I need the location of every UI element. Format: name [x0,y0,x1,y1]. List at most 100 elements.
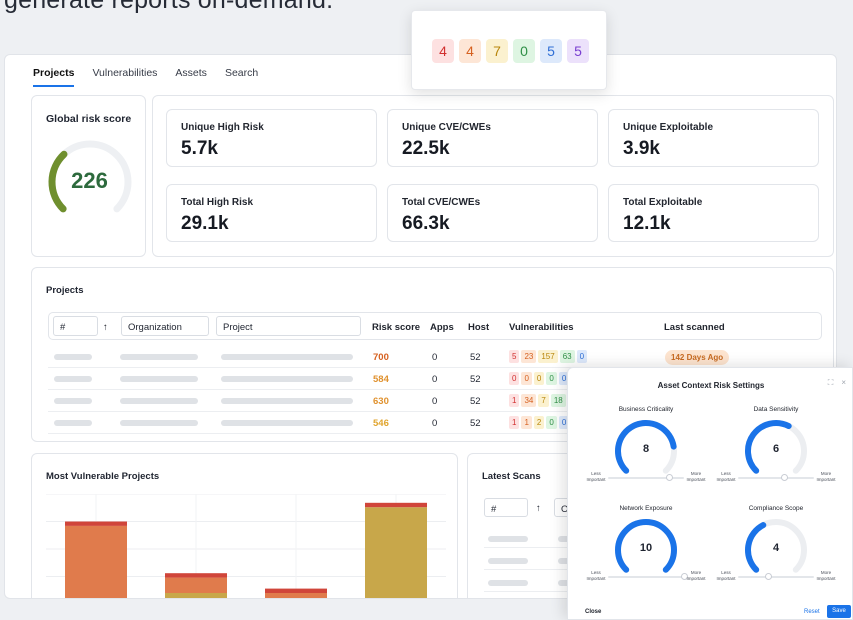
apps-cell: 0 [432,352,438,363]
stat-value: 3.9k [623,138,660,159]
stat-total-cve: Total CVE/CWEs 66.3k [387,184,598,242]
risk-score-cell: 700 [373,352,389,363]
most-vulnerable-title: Most Vulnerable Projects [46,471,160,482]
bar-segment [165,573,227,578]
dial-label: Compliance Scope [748,505,804,512]
bar-segment [365,507,427,598]
organization-header: Organization [128,322,182,333]
vulnerability-chip: 34 [521,394,537,407]
stat-label: Total Exploitable [623,197,703,208]
hash-filter-input[interactable]: # [53,316,98,336]
hero-text: generate reports on-demand. [4,0,334,14]
stat-label: Unique CVE/CWEs [402,122,491,133]
save-button[interactable]: Save [827,605,851,618]
dial-fill [745,420,792,474]
stat-value: 29.1k [181,213,229,234]
tab-assets[interactable]: Assets [175,67,207,87]
dial-label: Network Exposure [619,505,673,512]
expand-icon[interactable]: ⛶ [828,378,834,388]
more-important-label: More Important [816,471,836,482]
bar-segment [265,599,327,600]
scan-row [484,528,574,548]
stat-value: 22.5k [402,138,450,159]
vulnerability-chip: 0 [521,372,532,385]
organization-filter-input[interactable]: Organization [121,316,209,336]
reset-button[interactable]: Reset [804,609,820,615]
stat-label: Unique Exploitable [623,122,714,133]
risk-score-cell: 546 [373,418,389,429]
bar-segment [165,593,227,598]
apps-cell: 0 [432,418,438,429]
tab-vulnerabilities[interactable]: Vulnerabilities [92,67,157,87]
scans-hash-input[interactable]: # [484,498,528,517]
hash-header: # [60,322,66,333]
dial-label: Data Sensitivity [753,406,799,413]
bar-segment [65,525,127,598]
stat-unique-cve: Unique CVE/CWEs 22.5k [387,109,598,167]
skeleton-bar [488,580,528,586]
asset-context-risk-modal: Asset Context Risk Settings ⛶ × Business… [567,367,853,620]
severity-chip: 4 [459,39,481,63]
stat-value: 5.7k [181,138,218,159]
stat-label: Total High Risk [181,197,254,208]
skeleton-bar [120,376,198,382]
vulnerability-chip: 23 [521,350,537,363]
close-icon[interactable]: × [841,378,846,388]
project-header: Project [223,322,253,333]
last-scanned-badge: 142 Days Ago [665,350,730,365]
global-risk-card: Global risk score 226 [31,95,146,257]
dial-gauge [745,420,807,474]
less-important-label: Less Important [586,471,606,482]
vulnerability-chip: 157 [538,350,558,363]
dial-gauge [615,519,677,573]
dial-label: Business Criticality [618,406,674,413]
tab-search[interactable]: Search [225,67,258,87]
host-header[interactable]: Host [468,322,489,333]
vulnerability-chip: 5 [509,350,520,363]
host-cell: 52 [470,352,481,363]
last-scanned-header[interactable]: Last scanned [664,322,725,333]
host-cell: 52 [470,418,481,429]
table-row[interactable]: 700 0 52 5 23 157 63 0 142 Days Ago [48,346,822,368]
vulnerabilities-header[interactable]: Vulnerabilities [509,322,574,333]
vulnerability-chips: 11200 [509,416,570,429]
vulnerability-chip: 0 [533,372,545,385]
stat-unique-exploitable: Unique Exploitable 3.9k [608,109,819,167]
skeleton-bar [488,558,528,564]
close-button[interactable]: Close [585,609,601,615]
less-important-label: Less Important [716,570,736,581]
skeleton-bar [54,376,92,382]
scans-sort-icon[interactable]: ↑ [536,503,541,514]
dial-fill [745,522,767,573]
vulnerability-chips: 00000 [509,372,570,385]
severity-chip: 5 [567,39,589,63]
latest-scans-title: Latest Scans [482,471,541,482]
vulnerability-chips: 5 23 157 63 0 [509,350,588,363]
stat-value: 66.3k [402,213,450,234]
skeleton-bar [54,354,92,360]
vulnerable-projects-chart [46,494,446,600]
skeleton-bar [221,354,353,360]
skeleton-bar [221,376,353,382]
modal-title: Asset Context Risk Settings [657,381,765,390]
vulnerability-chip: 0 [546,372,557,385]
vulnerability-chip: 0 [576,350,588,363]
project-filter-input[interactable]: Project [216,316,361,336]
tab-projects[interactable]: Projects [33,67,75,87]
risk-score-cell: 630 [373,396,389,407]
skeleton-bar [54,398,92,404]
bar-segment [365,502,427,508]
stat-label: Unique High Risk [181,122,264,133]
tab-bar: Projects Vulnerabilities Assets Search [33,67,258,87]
risk-score-header[interactable]: Risk score [372,322,420,333]
dial-gauge [745,519,807,573]
global-risk-title: Global risk score [46,113,132,125]
severity-chip: 5 [540,39,562,63]
sort-arrow-icon[interactable]: ↑ [103,322,108,333]
severity-chip: 0 [513,39,535,63]
dial-fill [615,420,677,474]
vulnerability-chip: 1 [509,394,520,407]
apps-header[interactable]: Apps [430,322,454,333]
dial-gauge [615,420,677,474]
vulnerability-chip: 1 [521,416,532,429]
